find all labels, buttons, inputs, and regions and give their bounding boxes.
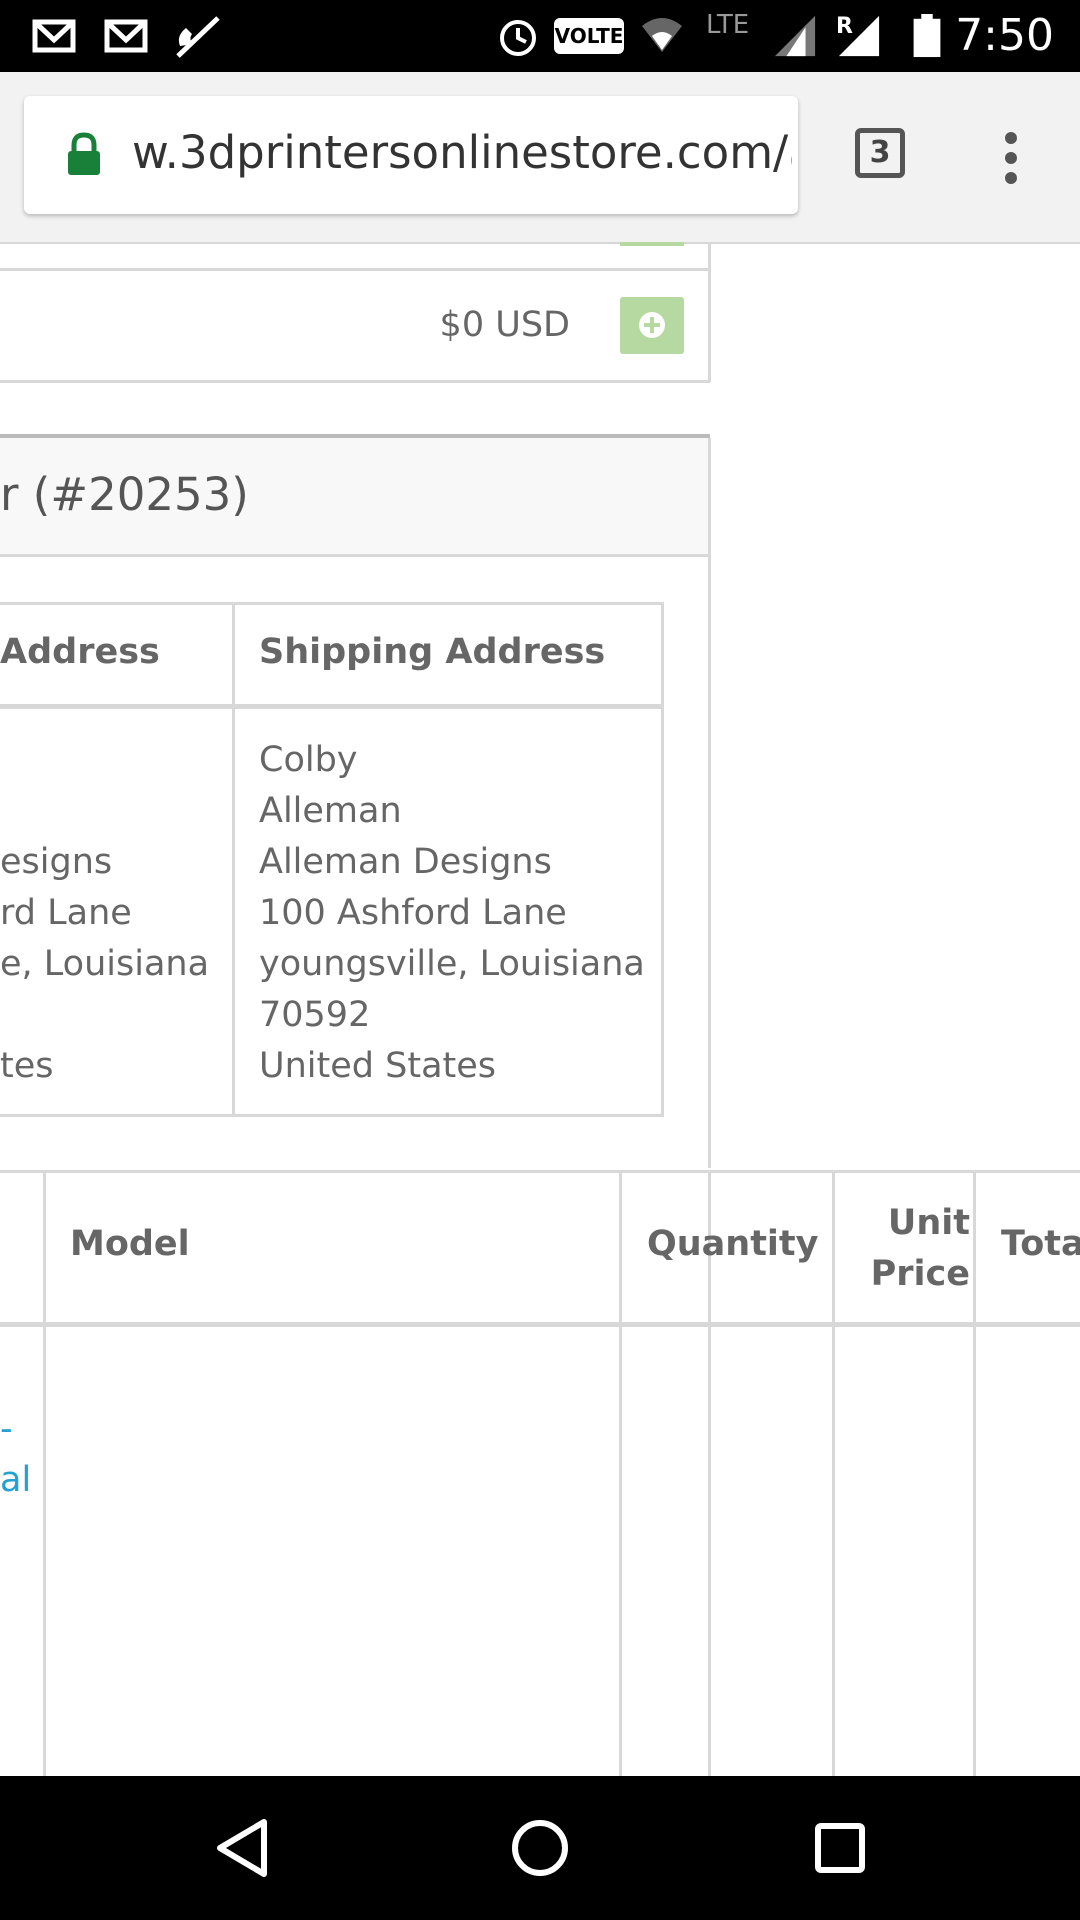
- add-button[interactable]: [620, 297, 684, 354]
- price-total: $0 USD: [439, 305, 570, 345]
- column-header-quantity: Quantity: [647, 1224, 819, 1264]
- shipping-line: Colby: [259, 740, 358, 780]
- lte-signal-icon: [774, 15, 816, 57]
- address-bar[interactable]: w.3dprintersonlinestore.com/a: [24, 96, 798, 214]
- lte-label: LTE: [706, 10, 750, 40]
- shipping-address-header: Shipping Address: [259, 632, 606, 672]
- payment-line: [0, 735, 209, 786]
- column-header-total: Tota: [1001, 1224, 1080, 1264]
- roaming-signal-icon: [838, 15, 880, 57]
- button-fragment: [620, 242, 684, 246]
- shipping-address-block: Colby Alleman Alleman Designs 100 Ashfor…: [259, 735, 645, 1092]
- navigation-bar: [0, 1776, 1080, 1920]
- plus-circle-icon: [639, 312, 665, 338]
- payment-address-header: Address: [0, 632, 160, 672]
- order-panel-header: r (#20253): [0, 438, 708, 554]
- back-nav-icon[interactable]: [214, 1818, 270, 1878]
- url-main: w.3dprintersonlinestore.com/: [132, 126, 789, 179]
- product-link[interactable]: - al: [0, 1404, 31, 1506]
- product-link-fragment[interactable]: -: [0, 1404, 31, 1455]
- home-nav-icon[interactable]: [510, 1818, 570, 1878]
- payment-line: [0, 990, 209, 1041]
- phone-muted-icon: [176, 16, 220, 58]
- shipping-line: Alleman Designs: [259, 842, 552, 882]
- shipping-line: Alleman: [259, 791, 402, 831]
- url-fade: a: [788, 126, 792, 179]
- payment-line: e, Louisiana: [0, 944, 210, 984]
- battery-icon: [913, 14, 941, 58]
- gmail-icon: [104, 19, 148, 53]
- recents-nav-icon[interactable]: [814, 1822, 866, 1874]
- volte-badge: VOLTE: [554, 18, 624, 54]
- unit-price-line: Unit: [887, 1203, 970, 1243]
- url-text[interactable]: w.3dprintersonlinestore.com/a: [132, 126, 792, 179]
- status-bar: VOLTE LTE R 7:50: [0, 0, 1080, 72]
- payment-line: tes: [0, 1046, 54, 1086]
- shipping-line: 70592: [259, 995, 371, 1035]
- order-title: r (#20253): [0, 468, 249, 521]
- product-link-fragment[interactable]: al: [0, 1455, 31, 1506]
- alarm-icon: [500, 20, 536, 56]
- payment-line: esigns: [0, 842, 113, 882]
- payment-line: rd Lane: [0, 893, 132, 933]
- clock: 7:50: [955, 10, 1054, 61]
- shipping-line: 100 Ashford Lane: [259, 893, 567, 933]
- browser-toolbar: w.3dprintersonlinestore.com/a 3: [0, 72, 1080, 244]
- payment-line: [0, 786, 209, 837]
- wifi-icon: [642, 18, 682, 52]
- column-header-model: Model: [70, 1224, 190, 1264]
- tab-switcher-button[interactable]: 3: [855, 128, 905, 178]
- lock-icon: [68, 132, 100, 175]
- unit-price-line: Price: [870, 1254, 970, 1294]
- column-header-unit-price: Unit Price: [835, 1198, 970, 1300]
- gmail-icon: [32, 19, 76, 53]
- payment-address-block: esigns rd Lane e, Louisiana tes: [0, 735, 209, 1092]
- shipping-line: United States: [259, 1046, 497, 1086]
- shipping-line: youngsville, Louisiana: [259, 944, 645, 984]
- overflow-menu-icon[interactable]: [1000, 130, 1022, 186]
